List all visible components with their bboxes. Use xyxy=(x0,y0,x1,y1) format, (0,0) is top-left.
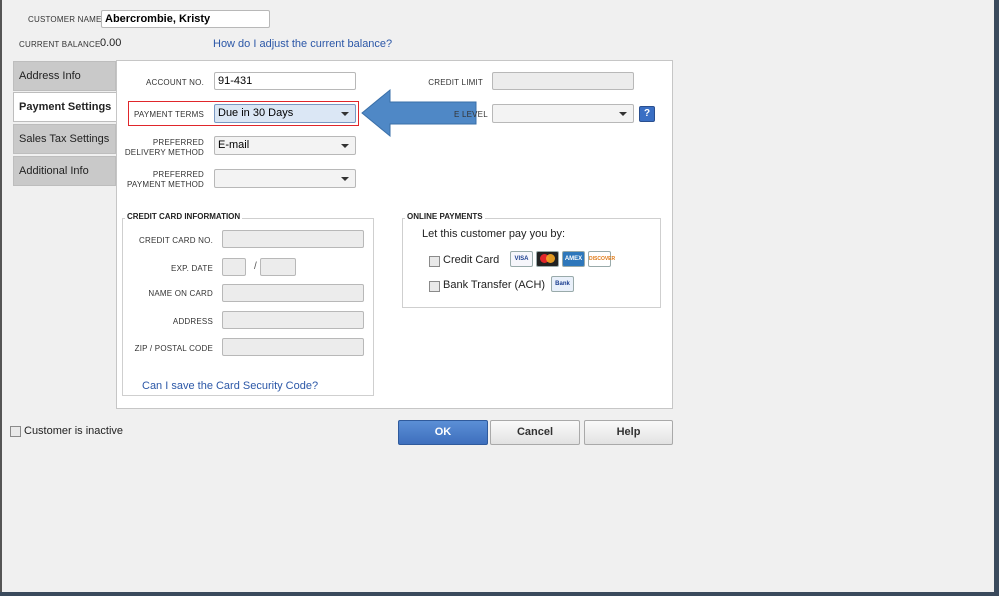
online-payments-title: ONLINE PAYMENTS xyxy=(405,212,485,221)
credit-card-checkbox[interactable] xyxy=(429,256,440,267)
price-level-dropdown[interactable] xyxy=(492,104,634,123)
current-balance-label: CURRENT BALANCE xyxy=(19,40,101,49)
tab-sales-tax-settings[interactable]: Sales Tax Settings xyxy=(13,124,116,154)
tab-payment-settings[interactable]: Payment Settings xyxy=(13,92,117,122)
amex-icon: AMEX xyxy=(562,251,585,267)
tab-address-info[interactable]: Address Info xyxy=(13,61,116,91)
name-on-card-field[interactable] xyxy=(222,284,364,302)
bank-transfer-checkbox[interactable] xyxy=(429,281,440,292)
help-icon[interactable]: ? xyxy=(639,106,655,122)
adjust-balance-link[interactable]: How do I adjust the current balance? xyxy=(213,38,392,50)
customer-name-field[interactable]: Abercrombie, Kristy xyxy=(101,10,270,28)
delivery-method-value: E-mail xyxy=(218,139,250,151)
address-field[interactable] xyxy=(222,311,364,329)
current-balance-value: 0.00 xyxy=(100,37,122,49)
visa-icon: VISA xyxy=(510,251,533,267)
help-button[interactable]: Help xyxy=(584,420,673,445)
payment-method-label-line2: PAYMENT METHOD xyxy=(126,180,204,189)
exp-month-field[interactable] xyxy=(222,258,246,276)
credit-limit-label: CREDIT LIMIT xyxy=(428,78,483,87)
bank-icon: Bank xyxy=(551,276,574,292)
address-label: ADDRESS xyxy=(172,317,213,326)
exp-date-label: EXP. DATE xyxy=(171,264,213,273)
help-icon-label: ? xyxy=(643,108,651,119)
name-on-card-label: NAME ON CARD xyxy=(148,289,213,298)
chevron-down-icon xyxy=(619,112,627,116)
chevron-down-icon xyxy=(341,144,349,148)
chevron-down-icon xyxy=(341,177,349,181)
payment-method-label-line1: PREFERRED xyxy=(152,170,204,179)
delivery-method-label: PREFERRED DELIVERY METHOD xyxy=(120,138,204,158)
card-no-label: CREDIT CARD NO. xyxy=(139,236,213,245)
window-edge xyxy=(994,0,999,596)
credit-card-title: CREDIT CARD INFORMATION xyxy=(125,212,243,221)
credit-card-option-label: Credit Card xyxy=(443,254,500,266)
online-payments-subtitle: Let this customer pay you by: xyxy=(422,228,566,240)
zip-label: ZIP / POSTAL CODE xyxy=(134,344,213,353)
payment-terms-value: Due in 30 Days xyxy=(218,107,294,119)
security-code-link[interactable]: Can I save the Card Security Code? xyxy=(142,380,318,392)
customer-name-label: CUSTOMER NAME xyxy=(28,15,102,24)
payment-terms-label: PAYMENT TERMS xyxy=(133,110,204,119)
delivery-method-dropdown[interactable]: E-mail xyxy=(214,136,356,155)
ok-button[interactable]: OK xyxy=(398,420,488,445)
account-no-label: ACCOUNT NO. xyxy=(145,78,204,87)
cancel-button[interactable]: Cancel xyxy=(490,420,580,445)
discover-icon: DISCOVER xyxy=(588,251,615,267)
mastercard-icon xyxy=(536,251,559,267)
chevron-down-icon xyxy=(341,112,349,116)
price-level-label: E LEVEL xyxy=(454,110,488,119)
inactive-label: Customer is inactive xyxy=(24,425,124,437)
delivery-method-label-line1: PREFERRED xyxy=(152,138,204,147)
credit-limit-field[interactable] xyxy=(492,72,634,90)
account-no-field[interactable]: 91-431 xyxy=(214,72,356,90)
exp-year-field[interactable] xyxy=(260,258,296,276)
payment-method-label: PREFERRED PAYMENT METHOD xyxy=(120,170,204,190)
card-no-field[interactable] xyxy=(222,230,364,248)
window-bottom-edge xyxy=(0,592,999,596)
payment-terms-dropdown[interactable]: Due in 30 Days xyxy=(214,104,356,123)
bank-transfer-option-label: Bank Transfer (ACH) xyxy=(443,279,546,291)
inactive-checkbox[interactable] xyxy=(10,426,21,437)
exp-separator: / xyxy=(254,261,257,272)
window-left-edge xyxy=(0,0,2,596)
customer-name-value: Abercrombie, Kristy xyxy=(105,13,211,25)
credit-limit-value xyxy=(493,73,633,74)
account-no-value: 91-431 xyxy=(218,75,253,87)
tab-additional-info[interactable]: Additional Info xyxy=(13,156,116,186)
payment-method-dropdown[interactable] xyxy=(214,169,356,188)
delivery-method-label-line2: DELIVERY METHOD xyxy=(124,148,204,157)
zip-field[interactable] xyxy=(222,338,364,356)
